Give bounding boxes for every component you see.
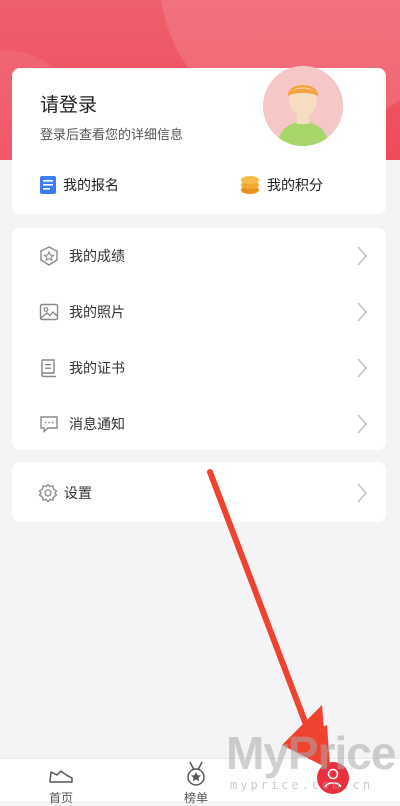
menu-card: 我的成绩 我的照片 我的证书 消息通知	[12, 228, 386, 450]
my-signup-button[interactable]: 我的报名	[40, 175, 119, 195]
medal-icon	[187, 761, 205, 786]
settings-label: 设置	[64, 486, 92, 502]
menu-item-settings[interactable]: 设置	[12, 465, 386, 520]
chevron-right-icon	[357, 246, 368, 266]
menu-item-scores[interactable]: 我的成绩	[12, 228, 386, 283]
menu-item-certificates[interactable]: 我的证书	[12, 340, 386, 395]
chevron-right-icon	[357, 302, 368, 322]
quick-actions: 我的报名 我的积分	[12, 175, 386, 199]
photo-icon	[39, 303, 59, 321]
message-icon	[40, 416, 58, 434]
my-points-button[interactable]: 我的积分	[240, 175, 323, 195]
coins-icon	[241, 176, 259, 194]
tab-rankings[interactable]: 榜单	[166, 759, 226, 805]
menu-item-notifications[interactable]: 消息通知	[12, 396, 386, 451]
chevron-right-icon	[357, 414, 368, 434]
avatar[interactable]	[263, 66, 343, 146]
chevron-right-icon	[357, 483, 368, 503]
sneaker-icon	[49, 770, 73, 783]
tab-home-label: 首页	[48, 791, 73, 805]
menu-item-label: 消息通知	[69, 417, 125, 433]
menu-item-photos[interactable]: 我的照片	[12, 284, 386, 339]
document-icon	[40, 176, 56, 194]
settings-card: 设置	[12, 462, 386, 522]
profile-card: 请登录 登录后查看您的详细信息 我的报名 我的积分	[12, 66, 386, 214]
menu-item-label: 我的照片	[69, 305, 125, 321]
tab-rankings-label: 榜单	[183, 791, 208, 805]
tab-home[interactable]: 首页	[31, 759, 91, 805]
watermark-url: myprice.com.cn	[230, 778, 374, 792]
menu-item-label: 我的证书	[69, 361, 125, 377]
my-points-label: 我的积分	[267, 178, 323, 194]
default-avatar-icon	[263, 66, 343, 146]
menu-item-label: 我的成绩	[69, 249, 125, 265]
watermark: MyPrice	[226, 727, 396, 779]
certificate-icon	[41, 359, 56, 378]
my-signup-label: 我的报名	[63, 178, 119, 194]
gear-icon	[38, 483, 58, 503]
score-shield-icon	[40, 246, 58, 266]
login-title[interactable]: 请登录	[40, 90, 97, 117]
login-subtitle: 登录后查看您的详细信息	[40, 128, 184, 143]
chevron-right-icon	[357, 358, 368, 378]
